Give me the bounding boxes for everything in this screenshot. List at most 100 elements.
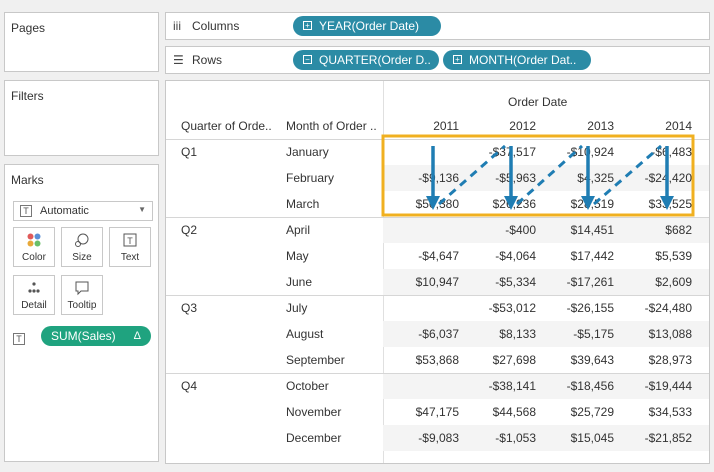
month-label[interactable]: June — [286, 275, 312, 289]
quarter-label[interactable]: Q3 — [181, 301, 197, 315]
mark-type-dropdown[interactable]: T Automatic ▼ — [13, 201, 153, 221]
filters-title: Filters — [11, 89, 44, 103]
year-header-2013[interactable]: 2013 — [574, 119, 614, 133]
text-mark-icon: T — [20, 205, 32, 217]
filters-card[interactable]: Filters — [4, 80, 159, 156]
quarter-label[interactable]: Q1 — [181, 145, 197, 159]
sales-cell[interactable]: -$6,037 — [389, 327, 459, 341]
sales-cell[interactable]: -$17,261 — [544, 275, 614, 289]
rows-shelf[interactable]: ☰ Rows − QUARTER(Order D.. + MONTH(Order… — [165, 46, 710, 74]
sales-cell[interactable]: -$5,963 — [466, 171, 536, 185]
pages-card: Pages — [4, 12, 159, 72]
quarter-divider — [166, 295, 709, 296]
sales-cell[interactable]: -$400 — [466, 223, 536, 237]
quarter-order-date-pill[interactable]: − QUARTER(Order D.. — [293, 50, 439, 70]
month-label[interactable]: November — [286, 405, 341, 419]
sales-cell[interactable]: $5,539 — [622, 249, 692, 263]
sales-cell[interactable]: -$4,647 — [389, 249, 459, 263]
text-button[interactable]: T Text — [109, 227, 151, 267]
month-label[interactable]: July — [286, 301, 307, 315]
sales-cell[interactable]: -$21,852 — [622, 431, 692, 445]
size-icon — [62, 232, 102, 248]
sales-cell[interactable]: $25,729 — [544, 405, 614, 419]
detail-icon — [14, 280, 54, 296]
year-header-2014[interactable]: 2014 — [652, 119, 692, 133]
sum-sales-label: SUM(Sales) — [51, 329, 116, 343]
table-calc-icon: Δ — [133, 330, 141, 342]
month-label[interactable]: August — [286, 327, 323, 341]
sales-cell[interactable]: $682 — [622, 223, 692, 237]
tooltip-icon — [62, 280, 102, 296]
text-icon: T — [110, 232, 150, 248]
sales-cell[interactable]: -$10,924 — [544, 145, 614, 159]
sales-cell[interactable]: $28,973 — [622, 353, 692, 367]
sales-cell[interactable]: -$6,483 — [622, 145, 692, 159]
month-label[interactable]: May — [286, 249, 309, 263]
sales-cell[interactable]: $10,947 — [389, 275, 459, 289]
sales-cell[interactable]: -$1,053 — [466, 431, 536, 445]
columns-icon: iii — [173, 19, 181, 33]
sales-cell[interactable]: $17,442 — [544, 249, 614, 263]
sales-cell[interactable]: $28,519 — [544, 197, 614, 211]
expand-icon: + — [453, 55, 462, 64]
sales-cell[interactable]: $33,525 — [622, 197, 692, 211]
marks-title: Marks — [11, 173, 44, 187]
month-label[interactable]: April — [286, 223, 310, 237]
quarter-label[interactable]: Q2 — [181, 223, 197, 237]
sales-cell[interactable]: $14,451 — [544, 223, 614, 237]
sales-cell[interactable]: $2,609 — [622, 275, 692, 289]
month-label[interactable]: January — [286, 145, 329, 159]
sales-cell[interactable]: $26,236 — [466, 197, 536, 211]
collapse-icon: − — [303, 55, 312, 64]
sales-cell[interactable]: -$18,456 — [544, 379, 614, 393]
sales-cell[interactable]: $34,533 — [622, 405, 692, 419]
sum-sales-pill[interactable]: SUM(Sales) Δ — [41, 326, 151, 346]
sales-cell[interactable]: -$26,155 — [544, 301, 614, 315]
columns-shelf[interactable]: iii Columns + YEAR(Order Date) — [165, 12, 710, 40]
sales-cell[interactable]: $53,868 — [389, 353, 459, 367]
sales-cell[interactable]: $47,175 — [389, 405, 459, 419]
sales-cell[interactable]: $15,045 — [544, 431, 614, 445]
sales-cell[interactable]: -$53,012 — [466, 301, 536, 315]
crosstab-view: Order Date Quarter of Orde.. Month of Or… — [165, 80, 710, 464]
month-label[interactable]: September — [286, 353, 345, 367]
year-pill-label: YEAR(Order Date) — [319, 19, 420, 33]
month-column-header[interactable]: Month of Order .. — [286, 119, 377, 133]
marks-card: Marks T Automatic ▼ Color Size T Text De… — [4, 164, 159, 462]
year-header-2012[interactable]: 2012 — [496, 119, 536, 133]
sales-cell[interactable]: $50,380 — [389, 197, 459, 211]
month-label[interactable]: March — [286, 197, 319, 211]
sales-cell[interactable]: $4,325 — [544, 171, 614, 185]
sales-cell[interactable]: $13,088 — [622, 327, 692, 341]
sales-cell[interactable]: -$4,064 — [466, 249, 536, 263]
sales-cell[interactable]: $44,568 — [466, 405, 536, 419]
tooltip-button[interactable]: Tooltip — [61, 275, 103, 315]
sales-cell[interactable]: -$37,517 — [466, 145, 536, 159]
month-label[interactable]: October — [286, 379, 329, 393]
year-order-date-pill[interactable]: + YEAR(Order Date) — [293, 16, 441, 36]
color-button[interactable]: Color — [13, 227, 55, 267]
quarter-label[interactable]: Q4 — [181, 379, 197, 393]
columns-label: Columns — [192, 19, 240, 33]
month-order-date-pill[interactable]: + MONTH(Order Dat.. — [443, 50, 591, 70]
sales-cell[interactable]: -$5,334 — [466, 275, 536, 289]
sales-cell[interactable]: -$19,444 — [622, 379, 692, 393]
month-label[interactable]: December — [286, 431, 341, 445]
sales-cell[interactable]: $8,133 — [466, 327, 536, 341]
size-label: Size — [72, 252, 92, 263]
order-date-header: Order Date — [508, 95, 568, 109]
size-button[interactable]: Size — [61, 227, 103, 267]
sales-cell[interactable]: $27,698 — [466, 353, 536, 367]
sales-cell[interactable]: -$24,480 — [622, 301, 692, 315]
detail-button[interactable]: Detail — [13, 275, 55, 315]
sales-cell[interactable]: -$5,175 — [544, 327, 614, 341]
sales-cell[interactable]: -$24,420 — [622, 171, 692, 185]
quarter-column-header[interactable]: Quarter of Orde.. — [181, 119, 272, 133]
month-label[interactable]: February — [286, 171, 334, 185]
sales-cell[interactable]: $39,643 — [544, 353, 614, 367]
sales-cell[interactable]: -$9,136 — [389, 171, 459, 185]
year-header-2011[interactable]: 2011 — [419, 119, 459, 133]
sales-cell[interactable]: -$38,141 — [466, 379, 536, 393]
sales-cell[interactable]: -$9,083 — [389, 431, 459, 445]
color-label: Color — [22, 252, 46, 263]
